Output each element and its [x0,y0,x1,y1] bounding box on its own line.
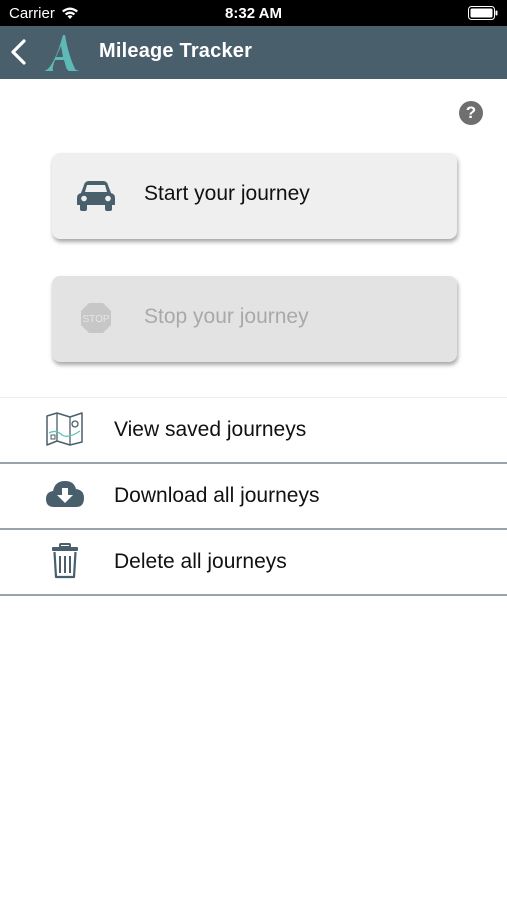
stop-journey-button[interactable]: STOP Stop your journey [52,276,457,362]
battery-icon [468,6,498,20]
map-icon [46,412,83,446]
list-item-label: Download all journeys [114,484,320,507]
car-icon [77,181,115,211]
start-journey-button[interactable]: Start your journey [52,153,457,239]
page-title: Mileage Tracker [99,40,253,62]
cloud-download-icon [46,481,84,507]
list-item-view-saved-journeys[interactable]: View saved journeys [0,398,507,464]
list-item-delete-all-journeys[interactable]: Delete all journeys [0,530,507,596]
list-item-label: Delete all journeys [114,550,287,573]
status-bar: Carrier 8:32 AM [0,0,507,26]
app-logo [44,35,81,71]
trash-icon [52,543,78,579]
stop-journey-label: Stop your journey [144,305,309,328]
status-time: 8:32 AM [225,5,282,22]
stop-sign-icon: STOP [81,303,111,333]
back-chevron-icon[interactable] [8,38,30,66]
nav-bar: Mileage Tracker [0,26,507,79]
help-icon[interactable]: ? [459,101,483,125]
list-item-label: View saved journeys [114,418,307,441]
start-journey-label: Start your journey [144,182,310,205]
stop-sign-text: STOP [82,314,109,325]
list-item-download-all-journeys[interactable]: Download all journeys [0,464,507,530]
